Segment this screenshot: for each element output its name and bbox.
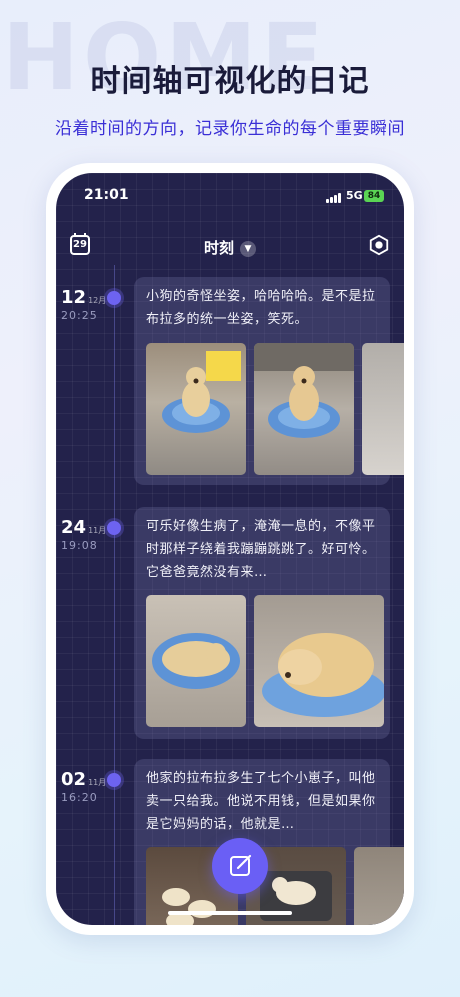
home-indicator[interactable] [168, 911, 292, 915]
timeline-entry[interactable]: 12 12月 20:25 小狗的奇怪坐姿，哈哈哈哈。是不是拉布拉多的统一坐姿，笑死… [56, 271, 404, 491]
entry-time: 16:20 [61, 791, 98, 804]
page-title[interactable]: 时刻 ▼ [56, 237, 404, 258]
hexagon-settings-icon[interactable] [368, 234, 390, 256]
status-time: 21:01 [84, 187, 129, 203]
entry-month: 11月 [88, 778, 107, 787]
page-title-label: 时刻 [203, 239, 234, 257]
entry-text: 小狗的奇怪坐姿，哈哈哈哈。是不是拉布拉多的统一坐姿，笑死。 [146, 289, 376, 327]
app-screen: 21:01 5G 84 29 时刻 ▼ 12 12月 20:25 小狗的奇怪坐姿… [56, 173, 404, 925]
edit-icon [230, 854, 252, 876]
entry-month: 12月 [88, 296, 107, 305]
entry-photos [146, 343, 404, 475]
promo-headline: 时间轴可视化的日记 [90, 64, 370, 99]
entry-photo[interactable] [254, 595, 384, 727]
entry-day: 12 [61, 287, 87, 308]
entry-card[interactable]: 小狗的奇怪坐姿，哈哈哈哈。是不是拉布拉多的统一坐姿，笑死。 [134, 277, 404, 485]
timeline-entry[interactable]: 24 11月 19:08 可乐好像生病了，淹淹一息的，不像平时那样子绕着我蹦蹦跳跳… [56, 501, 404, 739]
entry-photo[interactable] [354, 847, 404, 925]
entry-date: 02 11月 16:20 [61, 769, 106, 804]
entry-text: 他家的拉布拉多生了七个小崽子，叫他卖一只给我。他说不用钱，但是如果你是它妈妈的话… [146, 771, 376, 832]
entry-date: 12 12月 20:25 [61, 287, 106, 322]
status-bar: 21:01 5G 84 [56, 173, 404, 221]
timeline-dot [107, 291, 121, 305]
entry-month: 11月 [88, 526, 107, 535]
entry-day: 02 [61, 769, 87, 790]
top-bar: 29 时刻 ▼ [56, 221, 404, 265]
signal-icon [326, 193, 342, 203]
entry-time: 19:08 [61, 539, 98, 552]
promo-subline: 沿着时间的方向，记录你生命的每个重要瞬间 [55, 119, 405, 139]
entry-text: 可乐好像生病了，淹淹一息的，不像平时那样子绕着我蹦蹦跳跳了。好可怜。它爸爸竟然没… [146, 519, 376, 580]
entry-day: 24 [61, 517, 87, 538]
phone-frame: 21:01 5G 84 29 时刻 ▼ 12 12月 20:25 小狗的奇怪坐姿… [46, 163, 414, 935]
entry-date: 24 11月 19:08 [61, 517, 106, 552]
entry-photos [146, 595, 404, 727]
network-type: 5G [346, 189, 363, 202]
chevron-down-icon[interactable]: ▼ [240, 240, 256, 257]
entry-photo[interactable] [362, 343, 404, 475]
entry-photo[interactable] [254, 343, 354, 475]
battery-icon: 84 [364, 190, 384, 202]
entry-time: 20:25 [61, 309, 98, 322]
new-entry-button[interactable] [212, 838, 268, 894]
entry-photo[interactable] [146, 343, 246, 475]
entry-card[interactable]: 可乐好像生病了，淹淹一息的，不像平时那样子绕着我蹦蹦跳跳了。好可怜。它爸爸竟然没… [134, 507, 390, 739]
entry-photo[interactable] [146, 595, 246, 727]
timeline-dot [107, 521, 121, 535]
timeline-dot [107, 773, 121, 787]
